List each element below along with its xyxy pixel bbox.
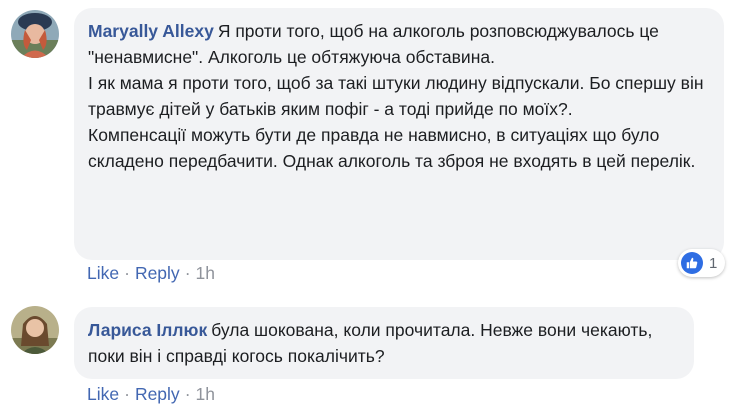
reply-link[interactable]: Reply: [135, 384, 180, 404]
comment-timestamp[interactable]: 1h: [196, 263, 215, 283]
comment-bubble: Лариса Іллюк була шокована, коли прочитал…: [74, 307, 694, 379]
reaction-count[interactable]: 1: [678, 249, 726, 277]
separator-dot: ·: [124, 263, 130, 283]
reply-link[interactable]: Reply: [135, 263, 180, 283]
separator-dot: ·: [184, 384, 191, 404]
comment-text: Компенсації можуть бути де правда не нав…: [88, 125, 696, 171]
comment-actions: Like · Reply · 1h: [87, 384, 215, 405]
comment-text: І як мама я проти того, щоб за такі штук…: [88, 73, 704, 119]
comment-timestamp[interactable]: 1h: [196, 384, 215, 404]
separator-dot: ·: [124, 384, 130, 404]
reaction-count-label: 1: [709, 254, 718, 272]
comment-author[interactable]: Maryally Allexy: [88, 21, 214, 41]
comment-bubble: Maryally Allexy Я проти того, щоб на алко…: [74, 8, 724, 260]
avatar[interactable]: [11, 306, 59, 354]
like-icon: [681, 252, 703, 274]
avatar[interactable]: [11, 10, 59, 58]
like-link[interactable]: Like: [87, 384, 119, 404]
comment-actions: Like · Reply · 1h: [87, 263, 215, 284]
avatar-image: [11, 10, 59, 58]
comment-author[interactable]: Лариса Іллюк: [88, 320, 207, 340]
like-link[interactable]: Like: [87, 263, 119, 283]
avatar-image: [11, 306, 59, 354]
separator-dot: ·: [184, 263, 191, 283]
